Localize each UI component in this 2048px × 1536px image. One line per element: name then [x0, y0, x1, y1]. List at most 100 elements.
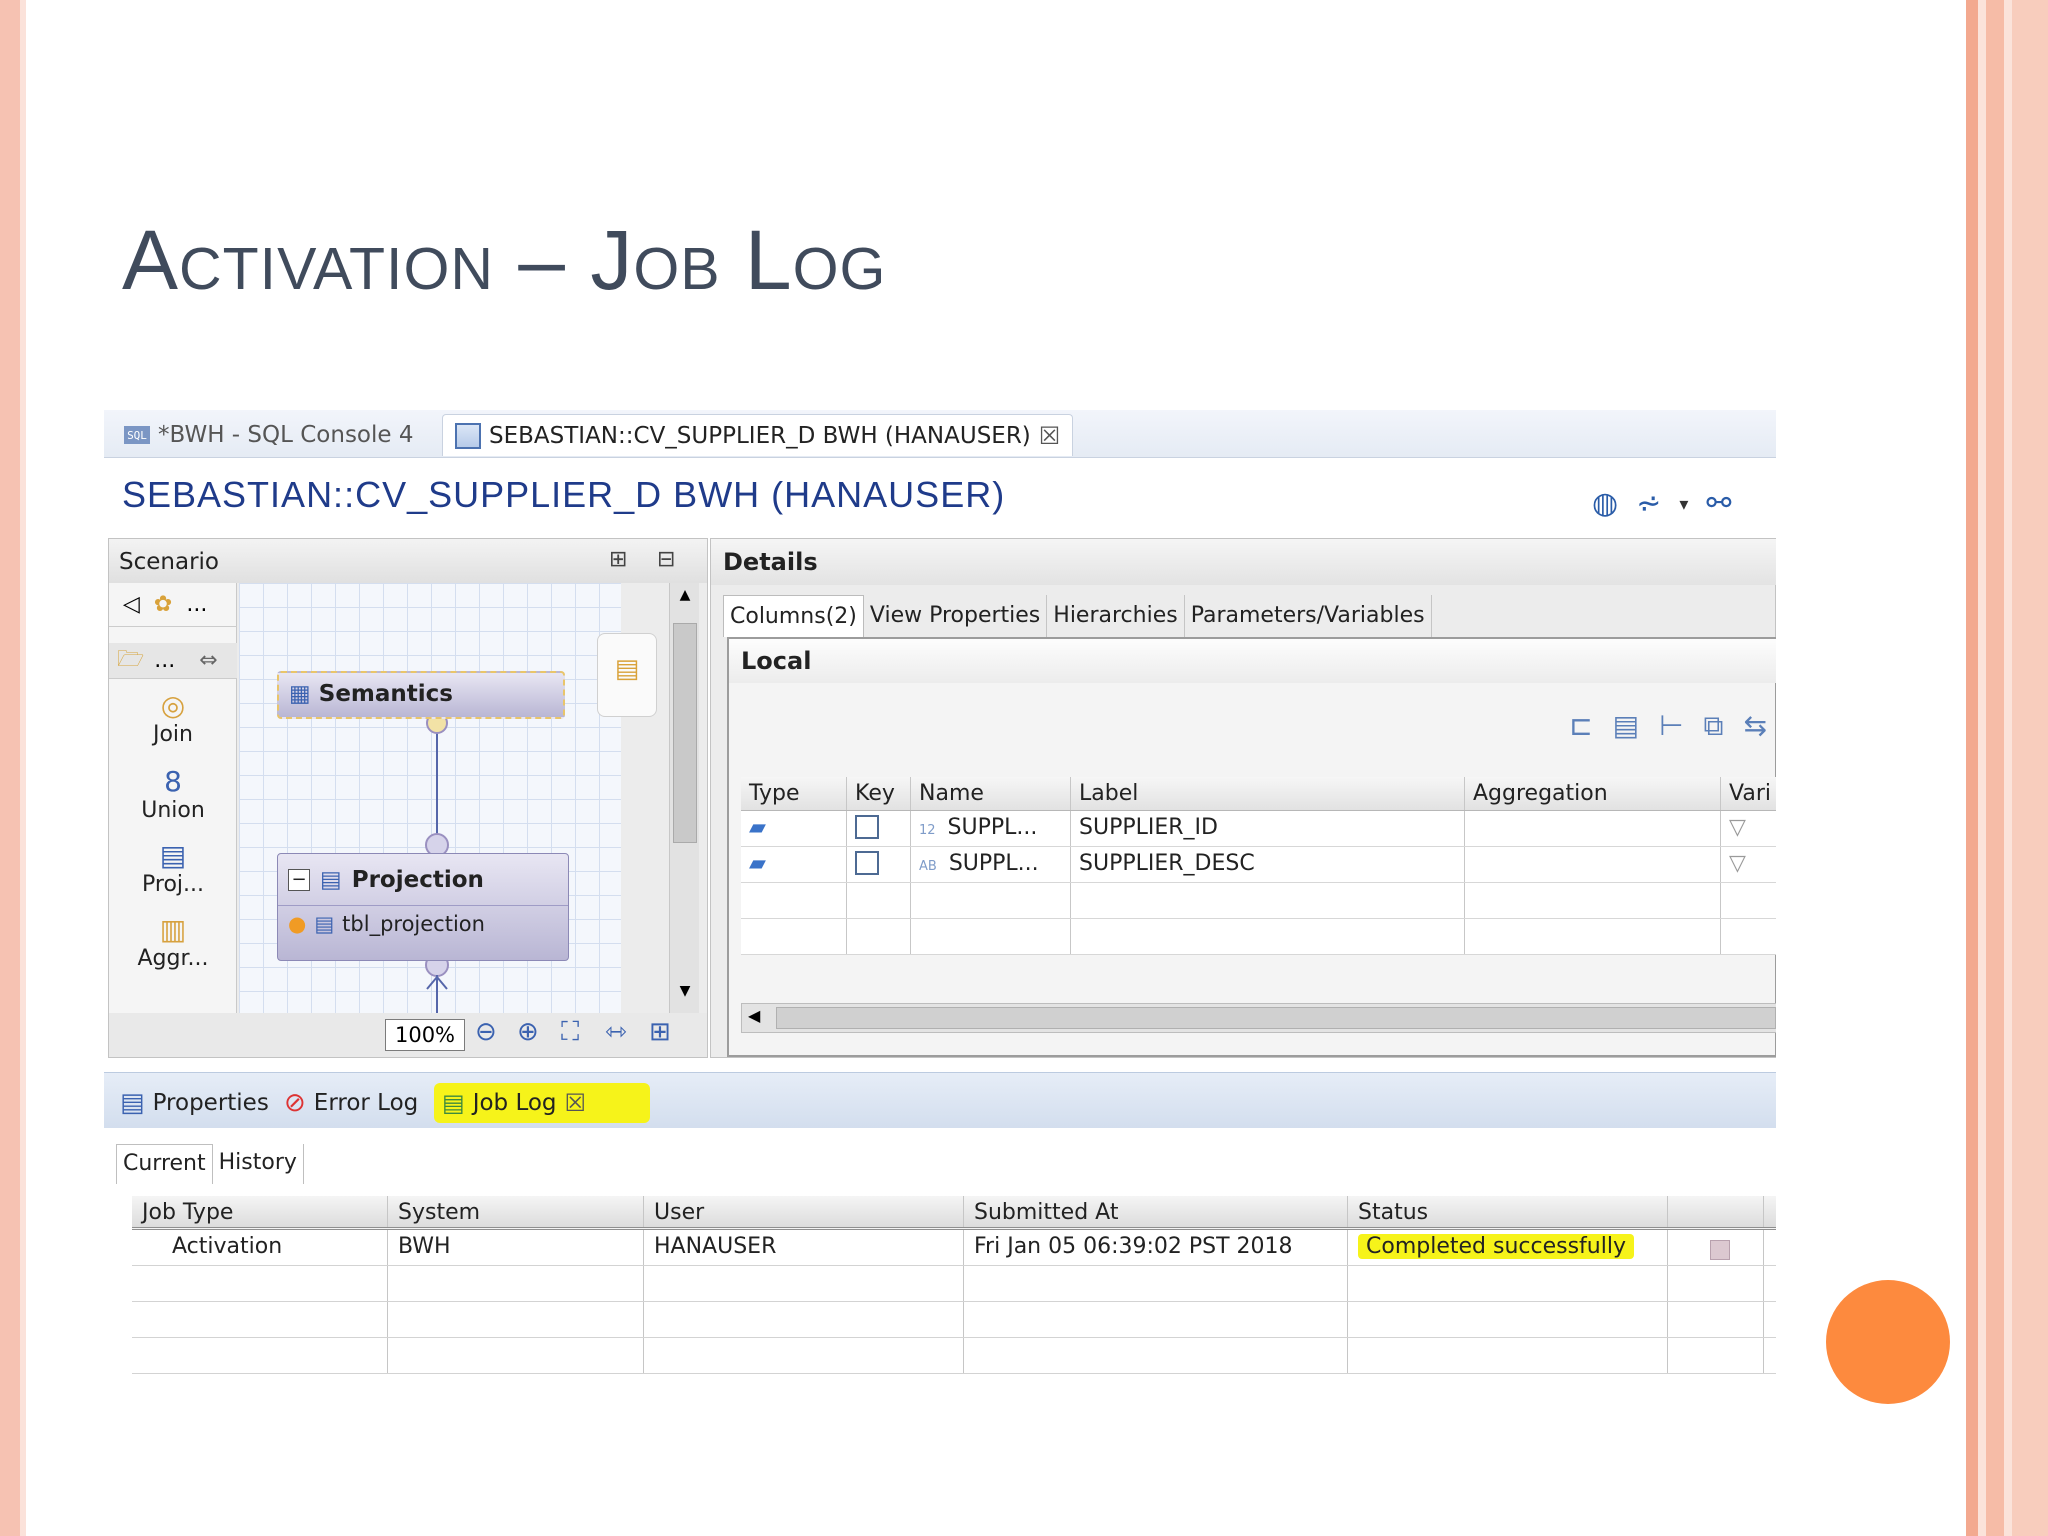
- tab-sql-console[interactable]: SQL *BWH - SQL Console 4: [112, 414, 426, 456]
- column-header[interactable]: Label: [1071, 777, 1465, 810]
- stop-icon[interactable]: [1710, 1240, 1730, 1260]
- projection-icon: ▤: [159, 839, 187, 872]
- collapse-icon[interactable]: −: [288, 868, 310, 891]
- key-checkbox[interactable]: [855, 851, 879, 875]
- column-header[interactable]: Vari: [1721, 777, 1776, 810]
- collapse-all-icon[interactable]: ⊟: [657, 547, 675, 572]
- grid-horizontal-scrollbar[interactable]: ◀: [741, 1003, 1776, 1033]
- tab-current[interactable]: Current: [116, 1144, 213, 1184]
- projection-node[interactable]: − ▤ Projection ● ▤ tbl_projection: [277, 853, 569, 961]
- tab-history[interactable]: History: [213, 1144, 304, 1184]
- details-tab-strip: Columns(2) View Properties Hierarchies P…: [723, 595, 1432, 637]
- column-header[interactable]: Status: [1348, 1196, 1668, 1227]
- node-palette: ◁ ✿ ... 🗁 ... ⇔ ◎ Join 8 Union ▤ Proj...: [109, 583, 237, 1053]
- tab-columns[interactable]: Columns(2): [723, 595, 864, 637]
- zoom-level[interactable]: 100%: [385, 1019, 465, 1051]
- palette-union[interactable]: 8 Union: [109, 765, 237, 823]
- bottom-view-tabs: ▤ Properties ⊘ Error Log ▤ Job Log ☒: [104, 1072, 1776, 1128]
- palette-more[interactable]: ...: [186, 592, 207, 617]
- expand-all-icon[interactable]: ⊞: [609, 547, 627, 572]
- note-icon[interactable]: ▤: [597, 633, 657, 717]
- column-header[interactable]: User: [644, 1196, 964, 1227]
- table-row[interactable]: ▰ AB SUPPL... SUPPLIER_DESC ▽: [741, 847, 1776, 883]
- tab-hierarchies[interactable]: Hierarchies: [1047, 595, 1185, 637]
- folder-icon[interactable]: 🗁: [117, 642, 144, 680]
- sort-icon[interactable]: ⇆: [1744, 709, 1767, 743]
- tab-label: *BWH - SQL Console 4: [158, 422, 414, 448]
- filter-icon[interactable]: ▽: [1721, 847, 1776, 882]
- system-cell: BWH: [388, 1230, 644, 1265]
- column-header[interactable]: Name: [911, 777, 1071, 810]
- key-cell: [847, 847, 911, 882]
- palette-join[interactable]: ◎ Join: [109, 689, 237, 747]
- swap-icon[interactable]: ⇔: [199, 648, 217, 673]
- column-header[interactable]: System: [388, 1196, 644, 1227]
- action-cell: [1668, 1230, 1764, 1265]
- tab-calc-view[interactable]: SEBASTIAN::CV_SUPPLIER_D BWH (HANAUSER) …: [442, 414, 1074, 456]
- zoom-out-icon[interactable]: ⊖: [475, 1017, 497, 1047]
- document-icon[interactable]: ▤: [1613, 709, 1639, 743]
- binoculars-icon[interactable]: ⚯: [1706, 486, 1731, 521]
- hana-studio-screenshot: SQL *BWH - SQL Console 4 SEBASTIAN::CV_S…: [104, 410, 1776, 1396]
- key-cell: [847, 811, 911, 846]
- scroll-thumb[interactable]: [776, 1007, 1776, 1029]
- tab-error-log[interactable]: ⊘ Error Log: [276, 1083, 426, 1123]
- scroll-left-icon[interactable]: ◀: [748, 1006, 760, 1025]
- local-header: Local: [729, 639, 1776, 683]
- palette-icon[interactable]: ✿: [154, 592, 172, 617]
- tab-parameters-variables[interactable]: Parameters/Variables: [1184, 595, 1432, 637]
- table-row[interactable]: Activation BWH HANAUSER Fri Jan 05 06:39…: [132, 1230, 1776, 1266]
- tab-properties[interactable]: ▤ Properties: [112, 1083, 277, 1123]
- zoom-in-icon[interactable]: ⊕: [517, 1017, 539, 1047]
- tab-label: Properties: [152, 1090, 269, 1116]
- folder-more[interactable]: ...: [154, 648, 175, 673]
- column-name: SUPPL...: [948, 851, 1039, 876]
- hierarchy-icon[interactable]: ⊢: [1659, 709, 1683, 743]
- editor-toolbar: ◍ ⩫ ▾ ⚯: [1592, 486, 1732, 521]
- palette-label: Union: [141, 798, 205, 823]
- scenario-title: Scenario: [119, 549, 219, 575]
- scroll-down-icon[interactable]: ▼: [673, 983, 697, 1007]
- scenario-canvas[interactable]: ▦ Semantics − ▤ Projection ● ▤ tbl_proje…: [239, 583, 621, 1013]
- tab-job-log[interactable]: ▤ Job Log ☒: [434, 1083, 650, 1123]
- close-icon[interactable]: ☒: [1039, 422, 1061, 450]
- scroll-up-icon[interactable]: ▲: [673, 587, 697, 611]
- canvas-vertical-scrollbar[interactable]: ▲ ▼: [669, 583, 699, 1013]
- dropdown-arrow-icon[interactable]: ▾: [1679, 486, 1688, 521]
- status-text: Completed successfully: [1358, 1234, 1634, 1259]
- attribute-icon: ▰: [749, 851, 766, 876]
- column-header[interactable]: Type: [741, 777, 847, 810]
- calc-view-icon: [455, 422, 481, 449]
- column-header[interactable]: Aggregation: [1465, 777, 1721, 810]
- chart-icon[interactable]: ⩫: [1636, 486, 1661, 521]
- palette-label: Aggr...: [137, 946, 209, 971]
- palette-aggregation[interactable]: ▥ Aggr...: [109, 913, 237, 971]
- semantics-icon: ▦: [289, 681, 311, 707]
- back-arrow-icon[interactable]: ◁: [123, 592, 140, 617]
- column-icon[interactable]: ⊏: [1569, 709, 1592, 743]
- tab-label: Error Log: [313, 1090, 419, 1116]
- filter-icon[interactable]: ▽: [1721, 811, 1776, 846]
- copy-icon[interactable]: ⧉: [1704, 709, 1724, 743]
- type-cell: ▰: [741, 811, 847, 846]
- column-name: SUPPL...: [947, 815, 1038, 840]
- table-row[interactable]: ▰ 12 SUPPL... SUPPLIER_ID ▽: [741, 811, 1776, 847]
- semantics-node[interactable]: ▦ Semantics: [277, 671, 565, 719]
- key-checkbox[interactable]: [855, 815, 879, 839]
- aggregation-cell: [1465, 811, 1721, 846]
- close-icon[interactable]: ☒: [565, 1089, 587, 1117]
- job-type-cell: Activation: [132, 1230, 388, 1265]
- globe-icon[interactable]: ◍: [1592, 486, 1618, 521]
- datatype-badge: AB: [919, 859, 937, 874]
- tab-view-properties[interactable]: View Properties: [863, 595, 1048, 637]
- column-header[interactable]: Job Type: [132, 1196, 388, 1227]
- columns-grid: Type Key Name Label Aggregation Vari ▰ 1…: [741, 777, 1776, 955]
- auto-layout-icon[interactable]: ⊞: [649, 1017, 671, 1047]
- column-header[interactable]: Submitted At: [964, 1196, 1348, 1227]
- name-cell: 12 SUPPL...: [911, 811, 1071, 846]
- column-header[interactable]: Key: [847, 777, 911, 810]
- scroll-thumb[interactable]: [673, 623, 697, 843]
- fit-width-icon[interactable]: ⇿: [605, 1017, 627, 1047]
- fit-icon[interactable]: ⛶: [561, 1017, 579, 1048]
- palette-projection[interactable]: ▤ Proj...: [109, 839, 237, 897]
